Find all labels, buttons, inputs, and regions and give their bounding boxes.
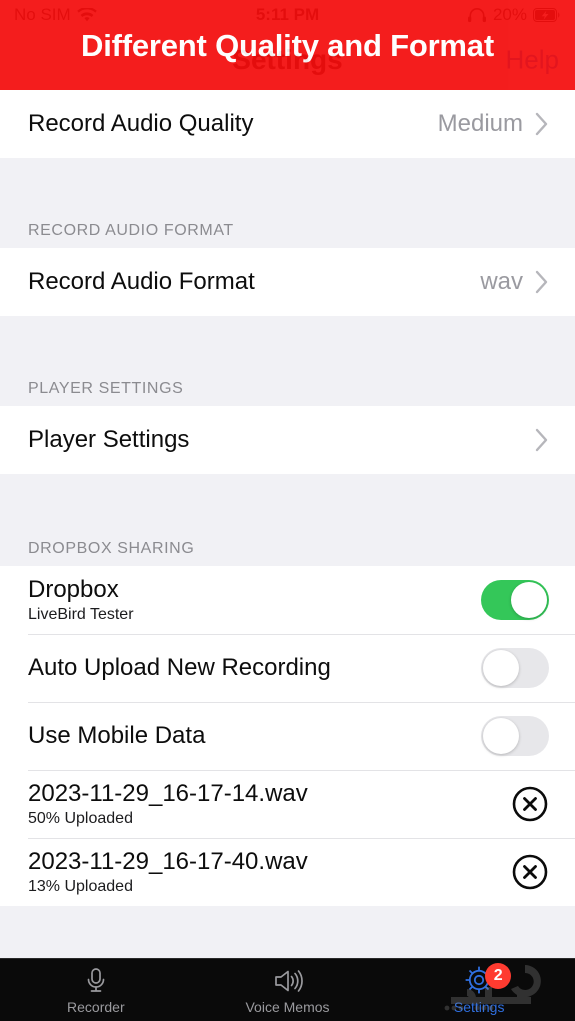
toggle-knob [483, 650, 519, 686]
microphone-icon [81, 966, 111, 996]
row-title: Dropbox [28, 575, 119, 603]
row-title: Record Audio Format [28, 268, 255, 296]
section-player-settings: PLAYER SETTINGS Player Settings [0, 380, 575, 474]
tab-voice-memos[interactable]: Voice Memos [192, 959, 384, 1021]
row-record-audio-format[interactable]: Record Audio Format wav [0, 248, 575, 316]
row-auto-upload-new-recording[interactable]: Auto Upload New Recording [0, 634, 575, 702]
row-title: Use Mobile Data [28, 722, 206, 750]
row-subtitle: LiveBird Tester [28, 606, 134, 624]
tab-recorder[interactable]: Recorder [0, 959, 192, 1021]
toggle-knob [511, 582, 547, 618]
row-title: Auto Upload New Recording [28, 654, 331, 682]
section-gap [0, 474, 575, 540]
chevron-right-icon [535, 428, 549, 452]
section-gap [0, 316, 575, 380]
upload-progress-label: 50% Uploaded [28, 810, 133, 828]
row-value: wav [480, 268, 523, 295]
section-gap [0, 158, 575, 222]
row-upload-item-2[interactable]: 2023-11-29_16-17-40.wav 13% Uploaded [0, 838, 575, 906]
dropbox-toggle[interactable] [481, 580, 549, 620]
tab-settings[interactable]: Settings 2 [383, 959, 575, 1021]
row-player-settings[interactable]: Player Settings [0, 406, 575, 474]
row-title: Record Audio Quality [28, 110, 254, 138]
upload-file-name: 2023-11-29_16-17-14.wav [28, 779, 308, 807]
row-value: Medium [437, 110, 523, 137]
upload-file-name: 2023-11-29_16-17-40.wav [28, 847, 308, 875]
tab-label: Settings [453, 998, 505, 1015]
toggle-knob [483, 718, 519, 754]
promo-banner: Different Quality and Format [0, 0, 575, 90]
speaker-icon [272, 966, 304, 996]
chevron-right-icon [535, 112, 549, 136]
settings-badge: 2 [485, 963, 512, 989]
section-dropbox-sharing: DROPBOX SHARING Dropbox LiveBird Tester … [0, 540, 575, 906]
row-title: Player Settings [28, 426, 190, 454]
chevron-right-icon [535, 270, 549, 294]
auto-upload-toggle[interactable] [481, 648, 549, 688]
tab-bar: Recorder Voice Memos Settings 2 [0, 958, 575, 1021]
section-header-player-settings: PLAYER SETTINGS [0, 380, 575, 406]
section-record-audio-quality: Record Audio Quality Medium [0, 90, 575, 158]
section-header-dropbox-sharing: DROPBOX SHARING [0, 540, 575, 566]
navigation-zone: No SIM 5:11 PM 20% Settings Help Diffe [0, 0, 575, 90]
section-header-record-audio-format: RECORD AUDIO FORMAT [0, 222, 575, 248]
tab-label: Recorder [67, 998, 125, 1015]
upload-progress-label: 13% Uploaded [28, 878, 133, 896]
promo-banner-text: Different Quality and Format [81, 27, 494, 63]
section-record-audio-format: RECORD AUDIO FORMAT Record Audio Format … [0, 222, 575, 316]
settings-list[interactable]: Record Audio Quality Medium RECORD AUDIO… [0, 90, 575, 958]
app-screen: No SIM 5:11 PM 20% Settings Help Diffe [0, 0, 575, 1021]
use-mobile-data-toggle[interactable] [481, 716, 549, 756]
row-record-audio-quality[interactable]: Record Audio Quality Medium [0, 90, 575, 158]
row-use-mobile-data[interactable]: Use Mobile Data [0, 702, 575, 770]
tab-label: Voice Memos [245, 998, 330, 1015]
row-dropbox[interactable]: Dropbox LiveBird Tester [0, 566, 575, 634]
row-upload-item-1[interactable]: 2023-11-29_16-17-14.wav 50% Uploaded [0, 770, 575, 838]
cancel-upload-icon[interactable] [511, 853, 549, 891]
cancel-upload-icon[interactable] [511, 785, 549, 823]
